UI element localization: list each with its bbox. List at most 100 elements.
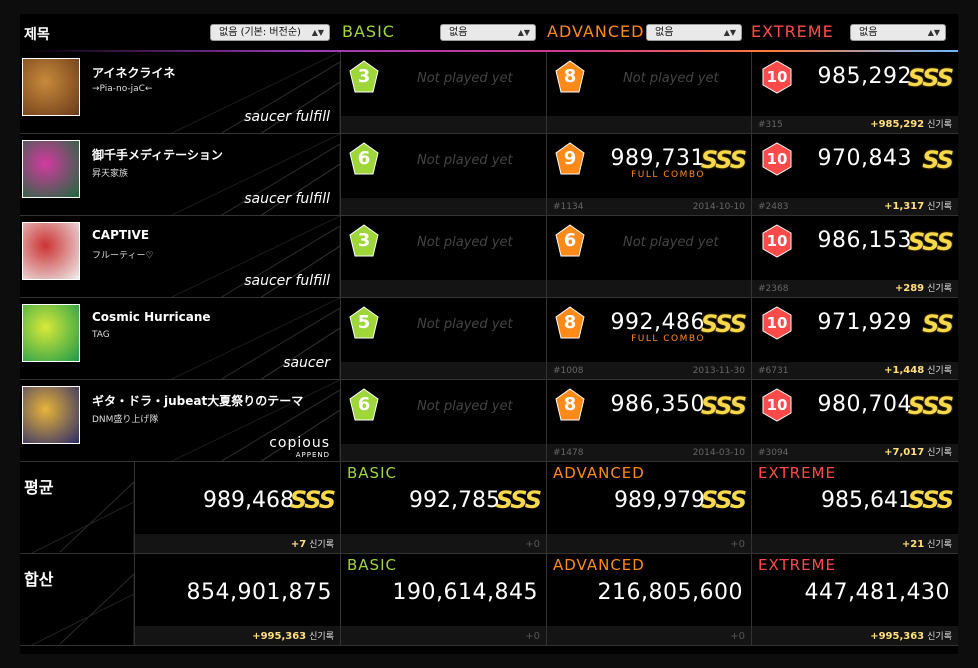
level-number: 8 xyxy=(563,66,577,87)
song-row[interactable]: ギタ・ドラ・jubeat大夏祭りのテーマ DNM盛り上げ隊 copious APPEN… xyxy=(20,380,958,462)
extreme-score-cell[interactable]: 10 980,704 SSS #3094 +7,017 신기록 xyxy=(751,380,958,462)
version-logo: saucer fulfill xyxy=(244,109,330,125)
extreme-score: 986,153 xyxy=(817,228,912,253)
play-date: 2014-10-10 xyxy=(692,202,745,212)
total-basic-score: 190,614,845 xyxy=(392,580,538,605)
song-jacket-image xyxy=(22,140,80,198)
extreme-score: 980,704 xyxy=(817,392,912,417)
advanced-score-cell[interactable]: 8 Not played yet xyxy=(546,52,751,134)
basic-filter-value: 없음 xyxy=(449,27,468,38)
basic-score-cell[interactable]: 6 Not played yet xyxy=(340,134,546,216)
average-label-cell: 평균 xyxy=(20,462,134,554)
level-number: 8 xyxy=(563,394,577,415)
basic-level-badge: 6 xyxy=(349,142,379,176)
song-row[interactable]: Cosmic Hurricane TAG saucer 5 Not played yet… xyxy=(20,298,958,380)
version-logo: saucer fulfill xyxy=(244,191,330,207)
song-info-cell: 御千手メディテーション 昇天家族 saucer fulfill xyxy=(20,134,340,216)
song-info-cell: CAPTIVE フルーティー♡ saucer fulfill xyxy=(20,216,340,298)
rank-number: #1008 xyxy=(553,366,584,376)
total-advanced-name: ADVANCED xyxy=(553,556,645,574)
song-title[interactable]: CAPTIVE xyxy=(92,228,149,242)
full-combo-label: FULL COMBO xyxy=(631,334,705,344)
average-extreme-name: EXTREME xyxy=(758,464,836,482)
level-number: 3 xyxy=(357,230,371,251)
grade-badge: SS xyxy=(922,310,954,338)
advanced-score-cell[interactable]: 8 992,486 SSS FULL COMBO #1008 2013-11-30 xyxy=(546,298,751,380)
rank-number: #315 xyxy=(758,120,783,130)
rank-number: #2483 xyxy=(758,202,789,212)
chevron-updown-icon: ▲▼ xyxy=(723,28,736,37)
song-row[interactable]: アイネクライネ →Pia-no-jaC← saucer fulfill 3 Not pl… xyxy=(20,52,958,134)
not-played-text: Not played yet xyxy=(417,399,513,414)
extreme-score-cell[interactable]: 10 985,292 SSS #315 +985,292 신기록 xyxy=(751,52,958,134)
advanced-score-cell[interactable]: 6 Not played yet xyxy=(546,216,751,298)
advanced-filter-value: 없음 xyxy=(655,27,674,38)
song-row[interactable]: CAPTIVE フルーティー♡ saucer fulfill 3 Not played … xyxy=(20,216,958,298)
song-jacket-image xyxy=(22,58,80,116)
song-row[interactable]: 御千手メディテーション 昇天家族 saucer fulfill 6 Not played… xyxy=(20,134,958,216)
song-artist: DNM盛り上げ隊 xyxy=(92,415,159,425)
extreme-score-cell[interactable]: 10 986,153 SSS #2368 +289 신기록 xyxy=(751,216,958,298)
basic-score-cell[interactable]: 3 Not played yet xyxy=(340,52,546,134)
basic-score-cell[interactable]: 5 Not played yet xyxy=(340,298,546,380)
grade-badge: SSS xyxy=(907,392,954,420)
basic-score-cell[interactable]: 6 Not played yet xyxy=(340,380,546,462)
chevron-updown-icon: ▲▼ xyxy=(311,28,324,37)
average-basic-score: 992,785 xyxy=(409,488,500,513)
advanced-filter-select[interactable]: 없음 ▲▼ xyxy=(646,24,742,41)
song-title[interactable]: Cosmic Hurricane xyxy=(92,310,211,324)
chevron-updown-icon: ▲▼ xyxy=(517,28,530,37)
song-title[interactable]: ギタ・ドラ・jubeat大夏祭りのテーマ xyxy=(92,392,303,409)
average-total-delta: +7 신기록 xyxy=(290,539,334,550)
total-extreme-delta: +995,363 신기록 xyxy=(870,631,952,642)
total-label: 합산 xyxy=(24,570,54,589)
song-jacket-image xyxy=(22,386,80,444)
average-extreme-score: 985,641 xyxy=(821,488,912,513)
song-artist: フルーティー♡ xyxy=(92,251,154,261)
full-combo-label: FULL COMBO xyxy=(631,170,705,180)
average-extreme-grade: SSS xyxy=(907,486,954,514)
average-extreme-cell: EXTREME 985,641 SSS +21 신기록 xyxy=(751,462,958,554)
level-number: 6 xyxy=(357,394,371,415)
extreme-filter-select[interactable]: 없음 ▲▼ xyxy=(850,24,946,41)
rank-number: #3094 xyxy=(758,448,789,458)
basic-filter-select[interactable]: 없음 ▲▼ xyxy=(440,24,536,41)
total-basic-name: BASIC xyxy=(347,556,397,574)
not-played-text: Not played yet xyxy=(623,235,719,250)
not-played-text: Not played yet xyxy=(417,235,513,250)
advanced-column-header: ADVANCED xyxy=(547,22,645,41)
rank-number: #1478 xyxy=(553,448,584,458)
average-advanced-grade: SSS xyxy=(700,486,747,514)
grade-badge: SSS xyxy=(700,392,747,420)
basic-column-header: BASIC xyxy=(342,22,395,41)
advanced-score-cell[interactable]: 8 986,350 SSS #1478 2014-03-10 xyxy=(546,380,751,462)
extreme-level-badge: 10 xyxy=(760,388,792,422)
advanced-score: 992,486 xyxy=(610,310,705,335)
total-basic-cell: BASIC 190,614,845 +0 xyxy=(340,554,546,646)
level-number: 10 xyxy=(766,150,788,168)
average-advanced-score: 989,979 xyxy=(614,488,705,513)
total-basic-delta: +0 xyxy=(525,631,540,642)
advanced-level-badge: 6 xyxy=(555,224,585,258)
average-advanced-cell: ADVANCED 989,979 SSS +0 xyxy=(546,462,751,554)
extreme-score-cell[interactable]: 10 970,843 SS #2483 +1,317 신기록 xyxy=(751,134,958,216)
play-date: 2014-03-10 xyxy=(692,448,745,458)
sort-select[interactable]: 없음 (기본: 버전순) ▲▼ xyxy=(210,24,330,41)
song-title[interactable]: アイネクライネ xyxy=(92,64,175,81)
new-record-delta: +7,017 신기록 xyxy=(884,447,952,458)
song-title[interactable]: 御千手メディテーション xyxy=(92,146,223,163)
advanced-score-cell[interactable]: 9 989,731 SSS FULL COMBO #1134 2014-10-10 xyxy=(546,134,751,216)
version-logo: saucer xyxy=(283,355,330,371)
new-record-delta: +1,317 신기록 xyxy=(884,201,952,212)
average-extreme-delta: +21 신기록 xyxy=(901,539,952,550)
average-basic-name: BASIC xyxy=(347,464,397,482)
song-jacket-image xyxy=(22,304,80,362)
extreme-score-cell[interactable]: 10 971,929 SS #6731 +1,448 신기록 xyxy=(751,298,958,380)
version-logo: saucer fulfill xyxy=(244,273,330,289)
level-number: 9 xyxy=(563,148,577,169)
extreme-level-badge: 10 xyxy=(760,142,792,176)
average-advanced-delta: +0 xyxy=(730,539,745,550)
level-number: 10 xyxy=(766,396,788,414)
title-column-header: 제목 xyxy=(24,27,50,43)
basic-score-cell[interactable]: 3 Not played yet xyxy=(340,216,546,298)
